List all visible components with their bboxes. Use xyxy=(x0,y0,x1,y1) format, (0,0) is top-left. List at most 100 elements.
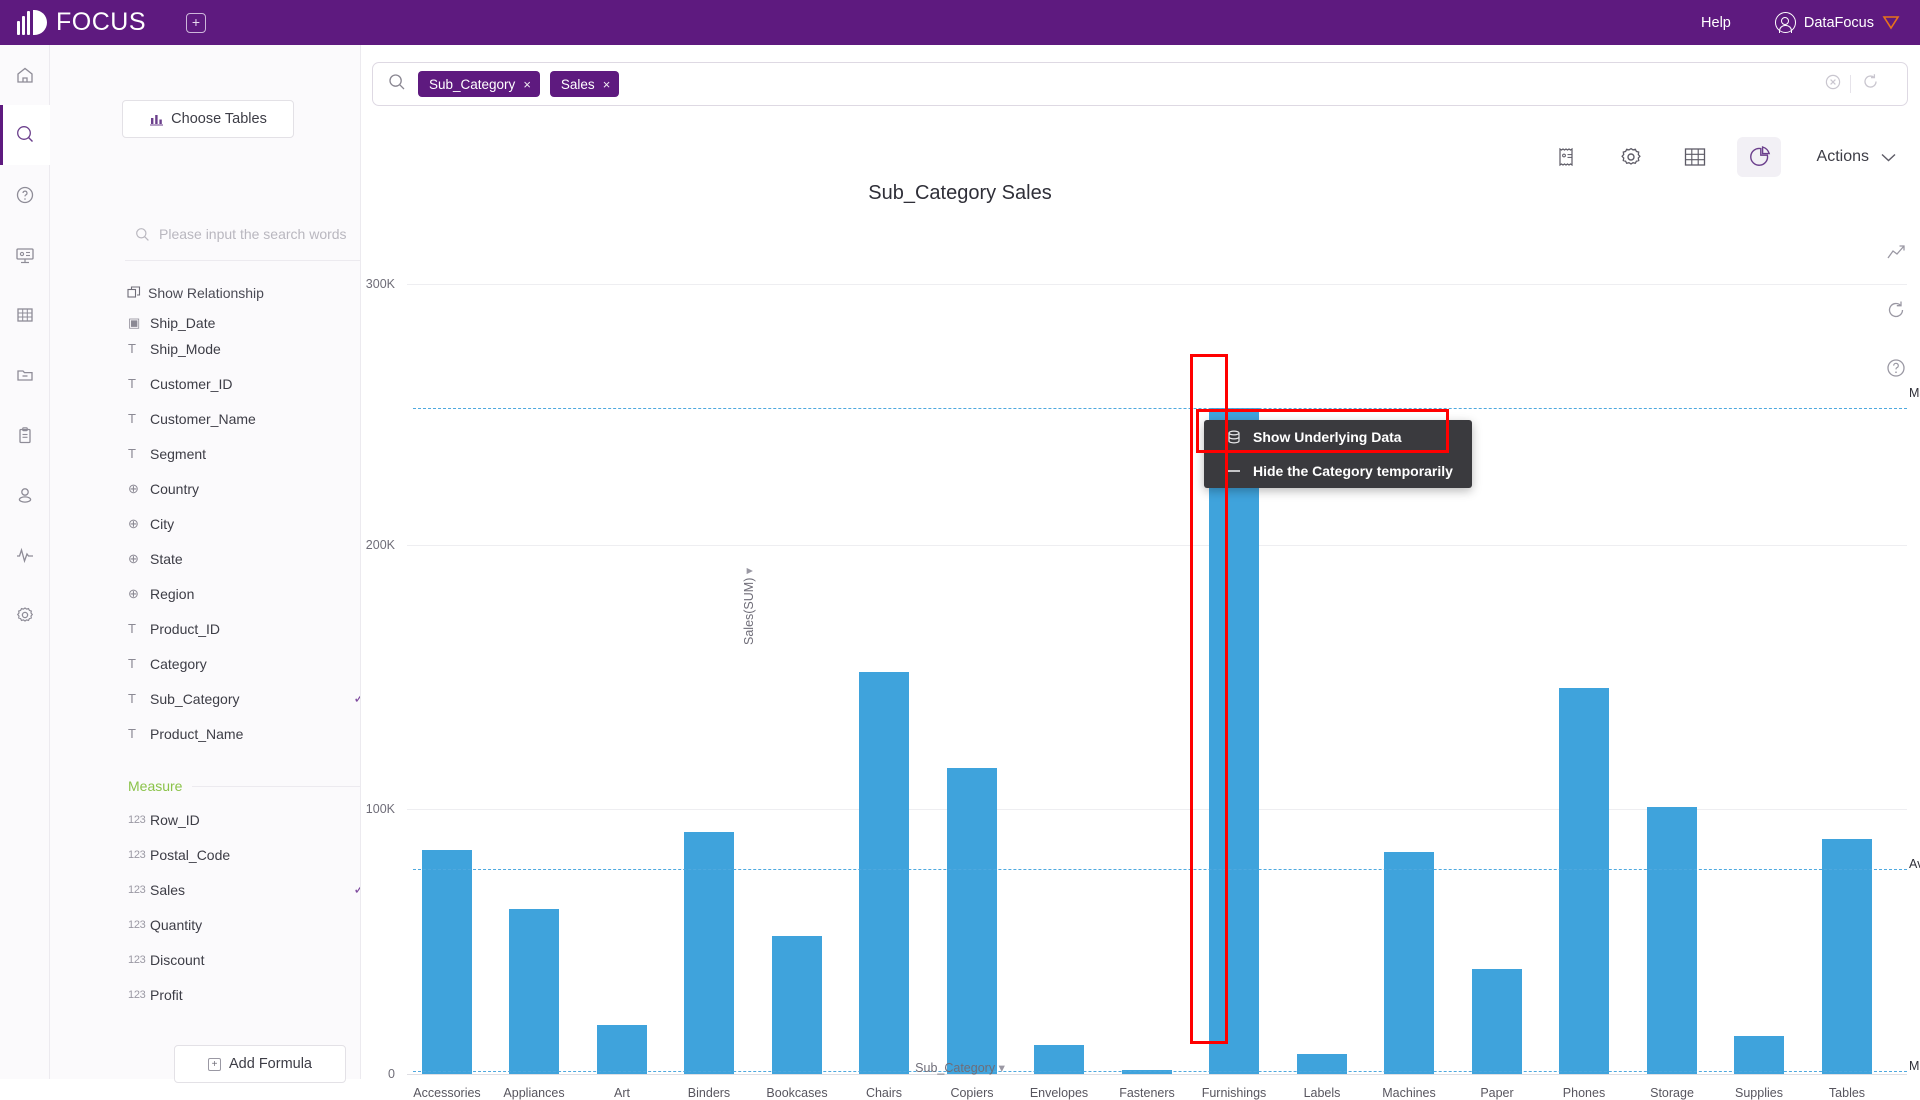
clear-circle-icon[interactable] xyxy=(1816,74,1850,94)
close-icon[interactable]: × xyxy=(523,77,531,92)
x-tick-appliances: Appliances xyxy=(503,1086,565,1100)
toolbar-settings-button[interactable] xyxy=(1609,137,1653,177)
plus-box-icon: + xyxy=(207,1057,221,1071)
text-type-icon: T xyxy=(128,621,136,636)
help-link[interactable]: Help xyxy=(1701,15,1731,31)
focus-logo-icon xyxy=(17,10,47,35)
table-grid-icon xyxy=(1684,148,1705,166)
x-tick-furnishings: Furnishings xyxy=(1201,1086,1267,1100)
field-label: Category xyxy=(150,655,207,672)
measure-list[interactable]: 123 Row_ID 123 Postal_Code 123 Sales ✓ 1… xyxy=(100,802,360,1052)
add-formula-button[interactable]: + Add Formula xyxy=(174,1045,346,1083)
measure-label: Row_ID xyxy=(150,811,200,828)
number-type-icon: 123 xyxy=(128,988,146,1001)
rail-item-clipboard[interactable] xyxy=(0,405,50,465)
query-search-bar[interactable]: Sub_Category × Sales × xyxy=(372,62,1908,106)
rail-item-table[interactable] xyxy=(0,285,50,345)
actions-button[interactable]: Actions xyxy=(1817,148,1896,166)
left-icon-rail xyxy=(0,45,50,1079)
search-pill-sales[interactable]: Sales × xyxy=(549,71,620,97)
user-icon xyxy=(18,488,32,503)
field-label: Ship_Mode xyxy=(150,340,221,357)
field-row-state[interactable]: ⊕ State xyxy=(100,541,360,576)
home-icon xyxy=(17,67,33,83)
field-label: Country xyxy=(150,480,200,497)
close-icon[interactable]: × xyxy=(603,77,611,92)
rail-item-help[interactable] xyxy=(0,165,50,225)
show-relationship-label: Show Relationship xyxy=(148,285,264,301)
field-row-city[interactable]: ⊕ City xyxy=(100,506,360,541)
field-row-product-id[interactable]: T Product_ID xyxy=(100,611,360,646)
x-tick-chairs: Chairs xyxy=(865,1086,903,1100)
measure-row-sales[interactable]: 123 Sales ✓ xyxy=(100,872,360,907)
search-icon xyxy=(136,227,149,241)
x-tick-machines: Machines xyxy=(1382,1086,1436,1100)
measure-row-row-id[interactable]: 123 Row_ID xyxy=(100,802,360,837)
field-label: State xyxy=(150,550,183,567)
globe-icon: ⊕ xyxy=(128,515,139,531)
field-row-ship-date[interactable]: ▣ Ship_Date xyxy=(100,313,360,331)
pie-chart-icon xyxy=(1749,146,1770,166)
refresh-icon[interactable] xyxy=(1851,73,1889,95)
bar-chart-icon xyxy=(150,115,164,126)
measure-label: Profit xyxy=(150,986,183,1003)
user-name: DataFocus xyxy=(1803,14,1874,31)
measure-row-profit[interactable]: 123 Profit xyxy=(100,977,360,1012)
rail-item-presentation[interactable] xyxy=(0,225,50,285)
x-tick-tables: Tables xyxy=(1828,1086,1866,1100)
text-type-icon: T xyxy=(128,726,136,741)
plus-box-icon[interactable]: + xyxy=(186,12,206,33)
search-icon xyxy=(17,126,33,142)
toolbar-table-button[interactable] xyxy=(1673,137,1717,177)
minus-icon xyxy=(1226,464,1241,478)
field-row-region[interactable]: ⊕ Region xyxy=(100,576,360,611)
choose-tables-button[interactable]: Choose Tables xyxy=(122,100,294,138)
field-label: City xyxy=(150,515,175,532)
panel-search-placeholder: Please input the search words xyxy=(159,226,347,242)
field-row-customer-id[interactable]: T Customer_ID xyxy=(100,366,360,401)
show-relationship-button[interactable]: Show Relationship xyxy=(127,285,264,301)
measure-row-quantity[interactable]: 123 Quantity xyxy=(100,907,360,942)
chart-toolbar: Actions xyxy=(1525,137,1896,177)
field-label: Region xyxy=(150,585,195,602)
avatar xyxy=(1774,12,1796,33)
measure-label: Quantity xyxy=(150,916,203,933)
field-row-customer-name[interactable]: T Customer_Name xyxy=(100,401,360,436)
measure-row-discount[interactable]: 123 Discount xyxy=(100,942,360,977)
toolbar-receipt-button[interactable] xyxy=(1545,137,1589,177)
question-circle-icon xyxy=(16,186,34,204)
text-type-icon: T xyxy=(128,656,136,671)
rail-item-user[interactable] xyxy=(0,465,50,525)
rail-item-folder[interactable] xyxy=(0,345,50,405)
field-row-ship-mode[interactable]: T Ship_Mode xyxy=(100,331,360,366)
choose-tables-label: Choose Tables xyxy=(171,111,267,127)
x-tick-copiers: Copiers xyxy=(950,1086,994,1100)
panel-search-input[interactable]: Please input the search words xyxy=(135,223,350,245)
user-menu[interactable]: DataFocus xyxy=(1774,12,1900,33)
field-row-country[interactable]: ⊕ Country xyxy=(100,471,360,506)
field-row-category[interactable]: T Category xyxy=(100,646,360,681)
x-tick-labels: Labels xyxy=(1303,1086,1341,1100)
actions-label: Actions xyxy=(1816,148,1869,165)
rail-item-settings[interactable] xyxy=(0,585,50,645)
field-row-segment[interactable]: T Segment xyxy=(100,436,360,471)
rail-item-search[interactable] xyxy=(0,105,50,165)
search-pill-sub-category[interactable]: Sub_Category × xyxy=(418,71,540,97)
measure-group-label: Measure xyxy=(128,778,183,794)
pill-label: Sub_Category xyxy=(429,76,516,92)
field-row-sub-category[interactable]: T Sub_Category ✓ xyxy=(100,681,360,716)
measure-label: Postal_Code xyxy=(150,846,231,863)
field-row-product-name[interactable]: T Product_Name xyxy=(100,716,360,751)
x-tick-bookcases: Bookcases xyxy=(766,1086,828,1100)
measure-row-postal-code[interactable]: 123 Postal_Code xyxy=(100,837,360,872)
app-logo[interactable]: FOCUS xyxy=(17,8,146,37)
rail-item-home[interactable] xyxy=(0,45,50,105)
rail-item-monitor[interactable] xyxy=(0,525,50,585)
toolbar-chart-button[interactable] xyxy=(1736,137,1781,177)
field-label: Segment xyxy=(150,445,207,462)
menu-item-hide-category[interactable]: Hide the Category temporarily xyxy=(1204,454,1472,488)
number-type-icon: 123 xyxy=(128,918,146,931)
measure-group-header: Measure xyxy=(128,778,360,794)
menu-item-show-underlying-data[interactable]: Show Underlying Data xyxy=(1204,420,1472,454)
x-axis-title-label: Sub_Category xyxy=(915,1061,996,1075)
